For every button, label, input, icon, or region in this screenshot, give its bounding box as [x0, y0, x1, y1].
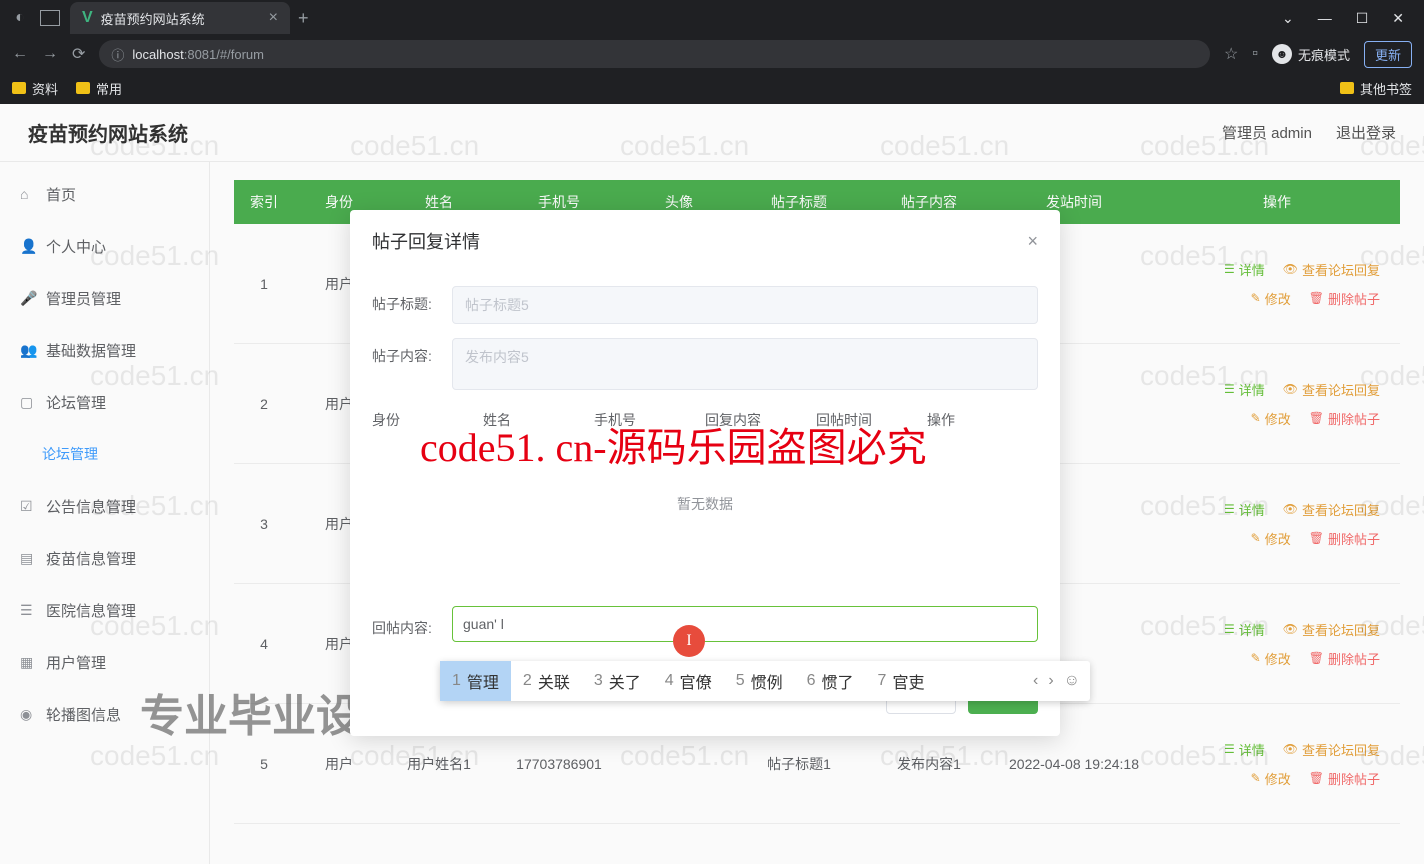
reply-table-header: 身份 姓名 手机号 回复内容 回帖时间 操作 — [372, 404, 1038, 444]
ime-candidate[interactable]: 4官僚 — [653, 661, 724, 701]
input-post-title[interactable]: 帖子标题5 — [452, 286, 1038, 324]
label-post-content: 帖子内容: — [372, 338, 452, 366]
label-post-title: 帖子标题: — [372, 286, 452, 314]
label-reply: 回帖内容: — [372, 610, 452, 638]
modal-close-icon[interactable]: × — [1027, 231, 1038, 252]
modal-title: 帖子回复详情 — [372, 228, 480, 254]
ime-candidate[interactable]: 6惯了 — [795, 661, 866, 701]
ime-candidate[interactable]: 2关联 — [511, 661, 582, 701]
rth-time: 回帖时间 — [816, 410, 927, 430]
ime-next-icon[interactable]: › — [1048, 672, 1053, 690]
modal-reply-detail: 帖子回复详情 × 帖子标题: 帖子标题5 帖子内容: 发布内容5 身份 姓名 手… — [350, 210, 1060, 736]
ime-candidate[interactable]: 7官吏 — [866, 661, 937, 701]
ime-candidate[interactable]: 1管理 — [440, 661, 511, 701]
rth-phone: 手机号 — [594, 410, 705, 430]
input-post-content[interactable]: 发布内容5 — [452, 338, 1038, 390]
rth-ops: 操作 — [927, 410, 1038, 430]
ime-settings-icon[interactable]: ☺ — [1064, 672, 1080, 690]
no-data-text: 暂无数据 — [372, 444, 1038, 594]
ime-candidate-bar: 1管理2关联3关了4官僚5惯例6惯了7官吏 ‹ › ☺ — [440, 661, 1090, 701]
text-cursor-icon: I — [673, 625, 705, 657]
rth-name: 姓名 — [483, 410, 594, 430]
rth-reply: 回复内容 — [705, 410, 816, 430]
reply-input[interactable] — [452, 606, 1038, 642]
rth-role: 身份 — [372, 410, 483, 430]
ime-prev-icon[interactable]: ‹ — [1033, 672, 1038, 690]
ime-candidate[interactable]: 5惯例 — [724, 661, 795, 701]
ime-candidate[interactable]: 3关了 — [582, 661, 653, 701]
